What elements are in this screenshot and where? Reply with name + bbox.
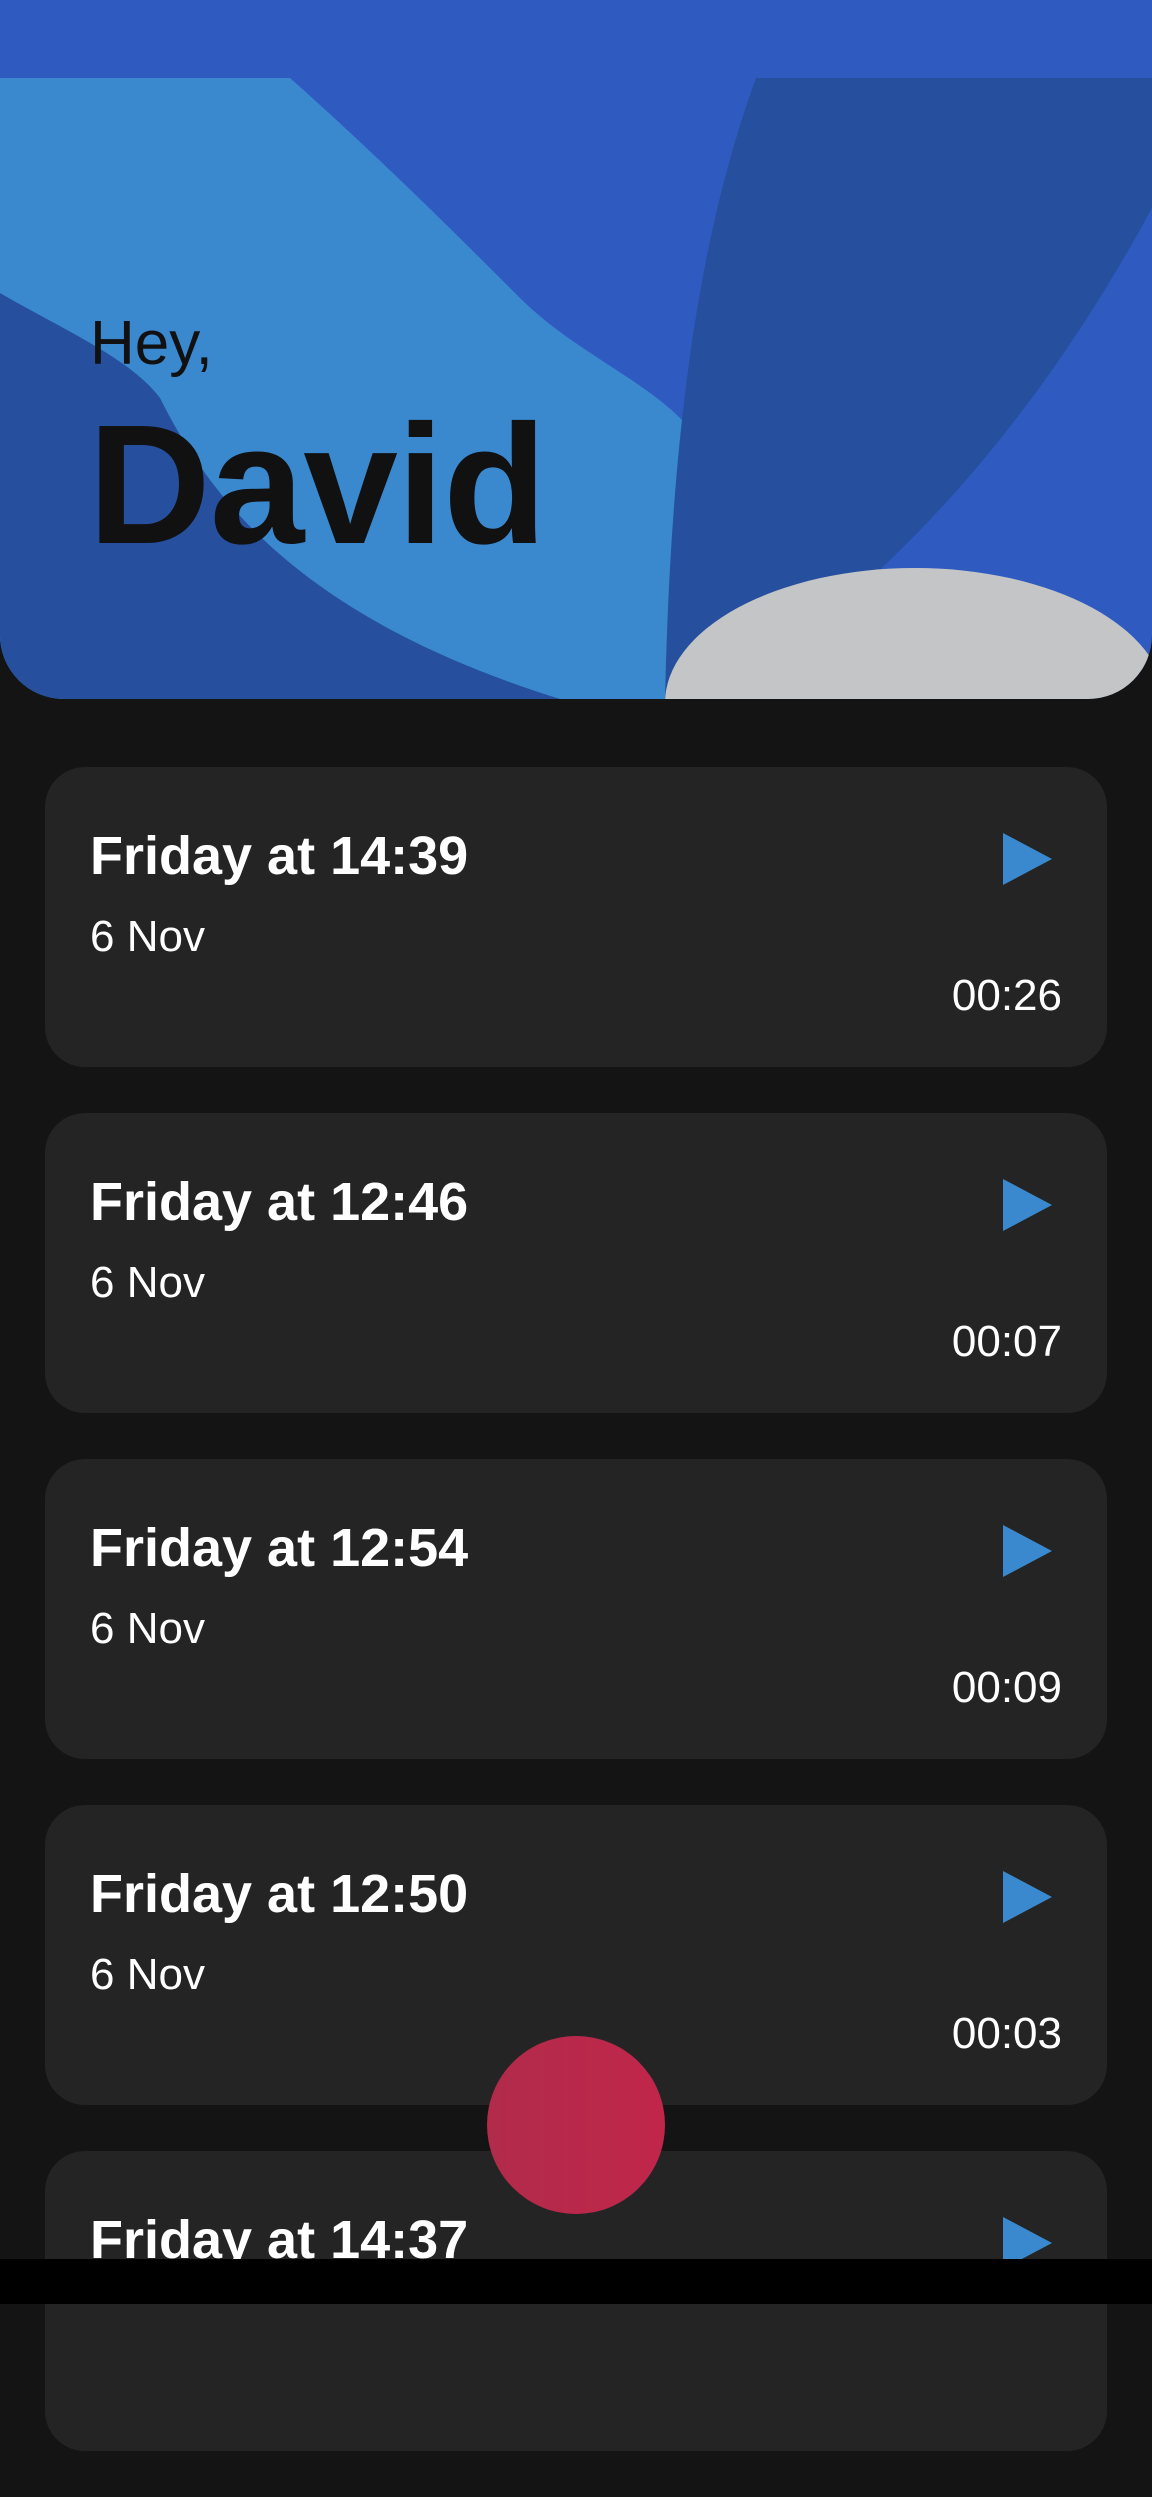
recordings-list: Friday at 14:39 6 Nov 00:26 Friday at 12… — [45, 767, 1107, 2497]
user-name: David — [88, 390, 547, 580]
recording-title: Friday at 14:39 — [90, 826, 469, 886]
navigation-bar — [0, 2259, 1152, 2304]
status-bar — [0, 0, 1152, 78]
recording-title: Friday at 12:50 — [90, 1864, 469, 1924]
recording-duration: 00:09 — [951, 1663, 1062, 1712]
play-icon[interactable] — [1000, 1521, 1056, 1581]
hero-background-graphic — [0, 78, 1152, 699]
recording-title: Friday at 12:46 — [90, 1172, 469, 1232]
recording-date: 6 Nov — [90, 1950, 205, 1999]
recording-date: 6 Nov — [90, 1258, 205, 1307]
recording-card[interactable]: Friday at 12:54 6 Nov 00:09 — [45, 1459, 1107, 1759]
play-icon[interactable] — [1000, 829, 1056, 889]
recording-date: 6 Nov — [90, 1604, 205, 1653]
recording-card[interactable]: Friday at 14:39 6 Nov 00:26 — [45, 767, 1107, 1067]
header-hero: Hey, David — [0, 78, 1152, 699]
recording-title: Friday at 12:54 — [90, 1518, 469, 1578]
greeting-text: Hey, — [90, 309, 213, 378]
recording-card[interactable]: Friday at 12:46 6 Nov 00:07 — [45, 1113, 1107, 1413]
recording-duration: 00:03 — [951, 2009, 1062, 2058]
recording-duration: 00:26 — [951, 971, 1062, 1020]
play-icon[interactable] — [1000, 1175, 1056, 1235]
play-icon[interactable] — [1000, 1867, 1056, 1927]
recording-duration: 00:07 — [951, 1317, 1062, 1366]
record-button[interactable] — [487, 2036, 665, 2214]
recording-date: 6 Nov — [90, 912, 205, 961]
